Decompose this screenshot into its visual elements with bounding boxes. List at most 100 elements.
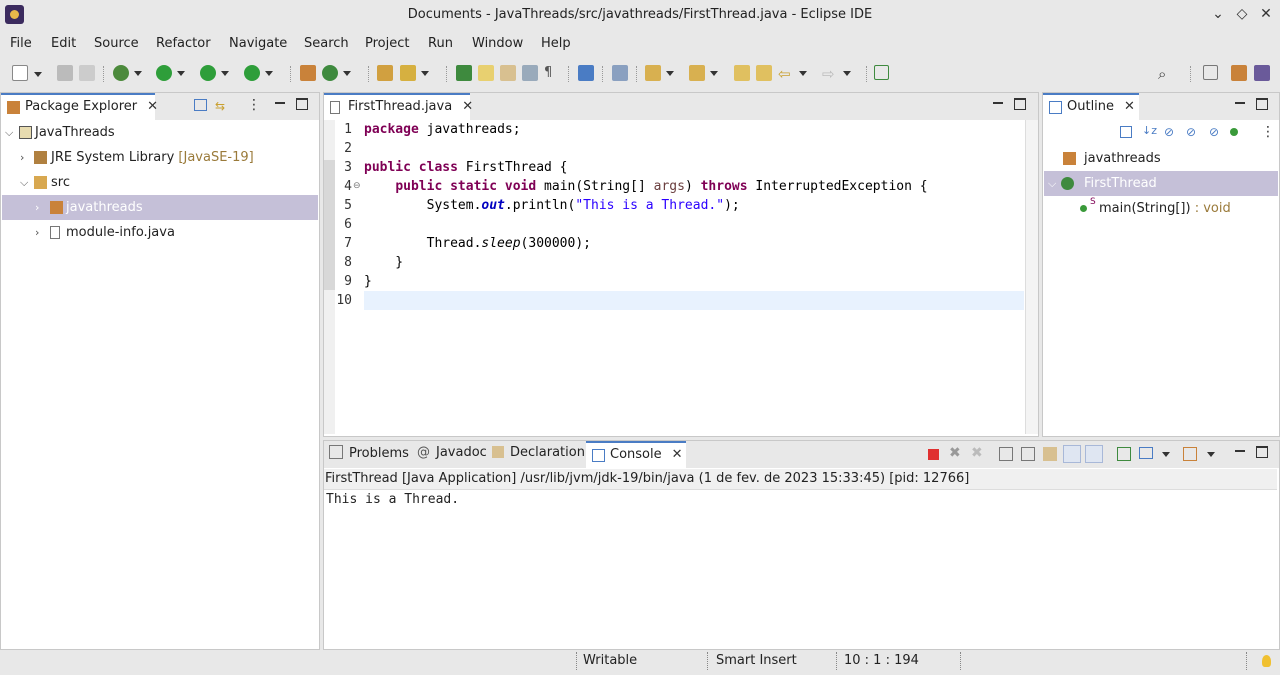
hide-static-icon[interactable]: ⊘	[1186, 125, 1200, 139]
menu-help[interactable]: Help	[541, 36, 571, 51]
toggle-block-selection-icon[interactable]	[522, 65, 538, 81]
terminal-icon[interactable]	[578, 65, 594, 81]
code-line[interactable]: }	[364, 255, 403, 270]
previous-annotation-icon[interactable]	[689, 65, 718, 81]
close-icon[interactable]: ✕	[1124, 99, 1135, 114]
tab-javadoc[interactable]: @ Javadoc	[417, 445, 487, 460]
chevron-down-icon[interactable]: ⌵	[20, 176, 28, 190]
close-icon[interactable]: ✕	[147, 99, 158, 114]
view-menu-icon[interactable]: ⋮	[1261, 124, 1275, 140]
show-on-error-icon[interactable]	[1085, 445, 1103, 463]
forward-arrow-icon[interactable]: ⇨	[822, 65, 851, 83]
tree-item-project[interactable]: ⌵ JavaThreads	[2, 120, 318, 145]
run-icon[interactable]	[156, 65, 185, 81]
maximize-icon[interactable]	[296, 98, 308, 110]
minimize-icon[interactable]	[992, 98, 1004, 110]
tab-outline[interactable]: Outline ✕	[1043, 93, 1139, 120]
lightbulb-icon[interactable]	[1262, 655, 1271, 667]
code-line[interactable]: }	[364, 274, 372, 289]
tab-firstthread-java[interactable]: FirstThread.java ✕	[324, 93, 473, 120]
toggle-annotations-icon[interactable]	[456, 65, 472, 81]
remove-launch-icon[interactable]: ✖	[949, 445, 961, 461]
minimize-window-icon[interactable]: ⌄	[1210, 6, 1226, 22]
collapse-all-icon[interactable]	[194, 99, 207, 111]
chevron-down-icon[interactable]: ⌵	[5, 126, 13, 140]
java-perspective-icon[interactable]	[1231, 65, 1247, 81]
scroll-lock-icon[interactable]	[1021, 447, 1035, 461]
terminate-icon[interactable]	[928, 449, 939, 460]
tree-item-src[interactable]: ⌵ src	[2, 170, 318, 195]
chevron-right-icon[interactable]: ›	[20, 151, 24, 164]
open-console-icon[interactable]	[1183, 447, 1197, 461]
last-edit-location-icon[interactable]	[734, 65, 750, 81]
minimize-icon[interactable]	[1234, 446, 1246, 458]
status-insert-mode[interactable]: Smart Insert	[716, 653, 797, 668]
show-whitespace-icon[interactable]: ¶	[544, 65, 560, 81]
debug-icon[interactable]	[113, 65, 142, 81]
pin-console-icon[interactable]	[1117, 447, 1131, 461]
menu-navigate[interactable]: Navigate	[229, 36, 287, 51]
sort-icon[interactable]: ↓z	[1142, 124, 1157, 137]
outline-item-class[interactable]: ⌵ FirstThread	[1044, 171, 1278, 196]
outline-item-method[interactable]: S main(String[]) : void	[1044, 196, 1278, 221]
close-window-icon[interactable]: ✕	[1258, 6, 1274, 22]
tab-package-explorer[interactable]: Package Explorer ✕	[1, 93, 158, 120]
maximize-icon[interactable]	[1256, 98, 1268, 110]
link-with-editor-icon[interactable]: ⇆	[215, 99, 229, 113]
code-line[interactable]: public static void main(String[] args) t…	[364, 179, 927, 194]
close-icon[interactable]: ✕	[672, 447, 683, 462]
chevron-right-icon[interactable]: ›	[35, 201, 39, 214]
outline-item-package[interactable]: javathreads	[1044, 146, 1278, 171]
skip-breakpoints-icon[interactable]	[612, 65, 628, 81]
menu-run[interactable]: Run	[428, 36, 453, 51]
close-icon[interactable]: ✕	[462, 99, 473, 114]
new-file-icon[interactable]	[12, 65, 42, 81]
forward-edit-icon[interactable]	[756, 65, 772, 81]
chevron-down-icon[interactable]	[1207, 452, 1215, 457]
menu-source[interactable]: Source	[94, 36, 139, 51]
run-external-tools-icon[interactable]	[244, 65, 273, 81]
code-line[interactable]: package javathreads;	[364, 122, 521, 137]
console-output[interactable]: This is a Thread.	[326, 492, 459, 507]
code-line[interactable]: public class FirstThread {	[364, 160, 568, 175]
tab-console[interactable]: Console ✕	[586, 441, 686, 468]
back-arrow-icon[interactable]: ⇦	[778, 65, 807, 83]
maximize-icon[interactable]	[1014, 98, 1026, 110]
tree-item-module-info[interactable]: › module-info.java	[2, 220, 318, 245]
tree-item-package[interactable]: › javathreads	[2, 195, 318, 220]
save-icon[interactable]	[57, 65, 73, 81]
display-console-icon[interactable]	[1139, 447, 1153, 459]
collapse-all-icon[interactable]	[1120, 126, 1132, 138]
pin-editor-icon[interactable]	[874, 65, 889, 80]
tab-declaration[interactable]: Declaration	[492, 445, 585, 460]
filter-icon[interactable]	[1231, 125, 1245, 139]
search-icon[interactable]: ⌕	[1158, 65, 1174, 83]
new-java-class-icon[interactable]	[322, 65, 351, 81]
menu-refactor[interactable]: Refactor	[156, 36, 211, 51]
remove-all-launches-icon[interactable]: ✖	[971, 445, 983, 461]
toggle-word-wrap-icon[interactable]	[500, 65, 516, 81]
fold-icon[interactable]: ⊖	[353, 181, 361, 191]
chevron-right-icon[interactable]: ›	[35, 226, 39, 239]
hide-fields-icon[interactable]: ⊘	[1164, 125, 1178, 139]
view-menu-icon[interactable]: ⋮	[247, 97, 261, 113]
hide-nonpublic-icon[interactable]: ⊘	[1209, 125, 1223, 139]
chevron-down-icon[interactable]: ⌵	[1048, 177, 1056, 191]
status-cursor-position[interactable]: 10 : 1 : 194	[844, 653, 919, 668]
debug-perspective-icon[interactable]	[1254, 65, 1270, 81]
toggle-mark-occurrences-icon[interactable]	[478, 65, 494, 81]
menu-search[interactable]: Search	[304, 36, 349, 51]
code-line[interactable]: System.out.println("This is a Thread.");	[364, 198, 740, 213]
word-wrap-icon[interactable]	[1043, 447, 1057, 461]
menu-window[interactable]: Window	[472, 36, 523, 51]
save-all-icon[interactable]	[79, 65, 95, 81]
menu-file[interactable]: File	[10, 36, 32, 51]
code-line[interactable]: Thread.sleep(300000);	[364, 236, 591, 251]
maximize-window-icon[interactable]: ◇	[1234, 6, 1250, 22]
editor-overview-ruler[interactable]	[1025, 120, 1038, 434]
open-perspective-icon[interactable]	[1203, 65, 1218, 80]
coverage-icon[interactable]	[200, 65, 229, 81]
open-type-icon[interactable]	[377, 65, 393, 81]
show-on-output-icon[interactable]	[1063, 445, 1081, 463]
search-tool-icon[interactable]	[400, 65, 429, 81]
